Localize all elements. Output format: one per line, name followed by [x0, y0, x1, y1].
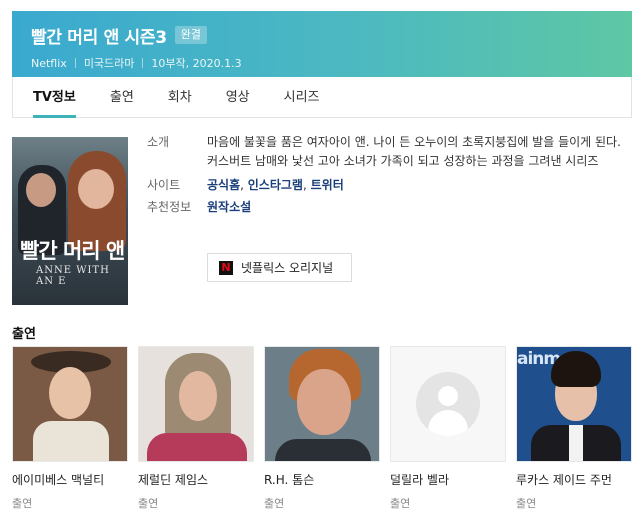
meta-divider [142, 58, 144, 68]
show-title: 빨간 머리 앤 시즌3 [31, 27, 167, 48]
cast-photo[interactable] [264, 346, 380, 462]
tab-videos[interactable]: 영상 [226, 77, 250, 117]
meta-episodes-date: 10부작, 2020.1.3 [151, 57, 242, 70]
info-row-recommend: 추천정보 원작소설 [147, 198, 627, 217]
netflix-icon: N [219, 260, 233, 275]
tab-episodes[interactable]: 회차 [168, 77, 192, 117]
cast-role: 출연 [264, 497, 285, 510]
photo-face [49, 367, 91, 419]
avatar-shoulders [428, 410, 468, 436]
cast-name[interactable]: 에이미베스 맥널티 [12, 471, 128, 488]
site-separator: , [240, 178, 248, 192]
intro-text: 마음에 불꽃을 품은 여자아이 앤. 나이 든 오누이의 초록지붕집에 발을 들… [207, 135, 621, 168]
poster-face-girl [78, 169, 114, 209]
cast-role: 출연 [516, 497, 537, 510]
photo-shirt [569, 425, 583, 461]
poster-subtitle: ANNE WITH AN E [36, 265, 110, 287]
cast-list: 에이미베스 맥널티 출연 제럴딘 제임스 출연 R.H. 톰슨 출연 덜릴라 벨… [12, 346, 632, 511]
cast-photo[interactable] [12, 346, 128, 462]
cast-name[interactable]: 덜릴라 벨라 [390, 471, 506, 488]
title-row: 빨간 머리 앤 시즌3 완결 [31, 21, 614, 49]
site-link-official[interactable]: 공식홈 [207, 178, 240, 192]
tab-bar: TV정보 출연 회차 영상 시리즈 [12, 77, 632, 118]
meta-network: Netflix [31, 56, 67, 70]
site-links: 공식홈, 인스타그램, 트위터 [207, 176, 344, 195]
cast-card[interactable]: 에이미베스 맥널티 출연 [12, 346, 128, 511]
cast-photo[interactable] [138, 346, 254, 462]
intro-label: 소개 [147, 135, 170, 149]
photo-body [275, 439, 371, 461]
photo-face [179, 371, 217, 421]
site-label: 사이트 [147, 178, 181, 192]
cast-heading: 출연 [12, 327, 36, 342]
info-row-intro: 소개 마음에 불꽃을 품은 여자아이 앤. 나이 든 오누이의 초록지붕집에 발… [147, 133, 627, 171]
meta-divider [74, 58, 76, 68]
recommend-label: 추천정보 [147, 200, 192, 214]
cast-card[interactable]: ainme 루카스 제이드 주먼 출연 [516, 346, 632, 511]
tab-series[interactable]: 시리즈 [284, 77, 320, 117]
site-separator: , [302, 178, 311, 192]
show-info: 소개 마음에 불꽃을 품은 여자아이 앤. 나이 든 오누이의 초록지붕집에 발… [147, 133, 627, 217]
cast-card[interactable]: R.H. 톰슨 출연 [264, 346, 380, 511]
show-meta: Netflix 미국드라마 10부작, 2020.1.3 [31, 55, 614, 71]
cast-role: 출연 [390, 497, 411, 510]
tab-tv-info[interactable]: TV정보 [33, 77, 76, 118]
cast-name[interactable]: R.H. 톰슨 [264, 471, 380, 488]
poster-title: 빨간 머리 앤 [20, 239, 125, 263]
cast-role: 출연 [12, 497, 33, 510]
cast-photo[interactable]: ainme [516, 346, 632, 462]
status-badge: 완결 [174, 26, 208, 44]
netflix-button-label: 넷플릭스 오리지널 [241, 261, 334, 275]
photo-hair [551, 351, 601, 387]
info-row-site: 사이트 공식홈, 인스타그램, 트위터 [147, 176, 627, 195]
default-avatar-icon [416, 372, 480, 436]
cast-role: 출연 [138, 497, 159, 510]
cast-name[interactable]: 루카스 제이드 주먼 [516, 471, 632, 488]
show-poster[interactable]: 빨간 머리 앤 ANNE WITH AN E [12, 137, 128, 305]
photo-body [147, 433, 247, 461]
site-link-twitter[interactable]: 트위터 [311, 178, 344, 192]
tab-cast[interactable]: 출연 [110, 77, 134, 117]
netflix-original-button[interactable]: N 넷플릭스 오리지널 [207, 253, 352, 282]
poster-face-boy [26, 173, 56, 207]
show-header: 빨간 머리 앤 시즌3 완결 Netflix 미국드라마 10부작, 2020.… [12, 11, 632, 77]
photo-body [33, 421, 109, 461]
meta-genre: 미국드라마 [83, 57, 135, 70]
cast-card[interactable]: 제럴딘 제임스 출연 [138, 346, 254, 511]
cast-card[interactable]: 덜릴라 벨라 출연 [390, 346, 506, 511]
cast-photo-placeholder[interactable] [390, 346, 506, 462]
recommend-link[interactable]: 원작소설 [207, 198, 251, 217]
site-link-instagram[interactable]: 인스타그램 [248, 178, 303, 192]
photo-face [297, 369, 351, 435]
cast-name[interactable]: 제럴딘 제임스 [138, 471, 254, 488]
avatar-head [438, 386, 458, 406]
